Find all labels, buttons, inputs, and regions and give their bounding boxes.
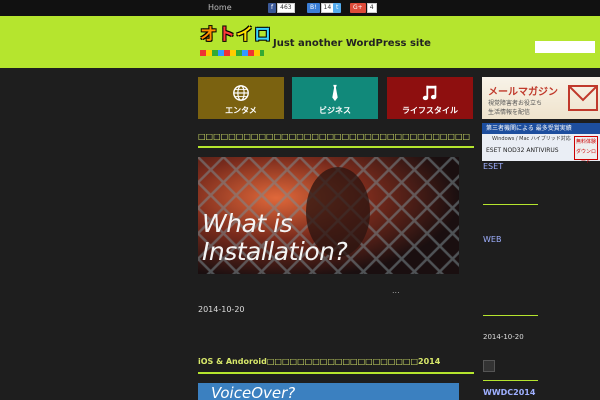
post-date: 2014-10-20	[198, 305, 245, 314]
logo-film-strip	[200, 50, 264, 56]
sidebar-link-web[interactable]: WEB	[483, 235, 501, 244]
download-badge: 無料体験 ダウンロード	[574, 136, 598, 165]
facebook-count: 463	[277, 3, 295, 13]
post-divider	[198, 146, 474, 148]
mail-magazine-banner[interactable]: メールマガジン 視覚障害者お役立ち 生活情報を配信	[482, 77, 600, 119]
category-label: ビジネス	[319, 106, 351, 115]
googleplus-count: 4	[366, 3, 377, 13]
site-header: オ ト イ ロ Just another WordPress site	[0, 16, 600, 68]
hatena-share[interactable]: B! 14	[307, 3, 335, 13]
category-label: エンタメ	[225, 106, 257, 115]
facebook-icon: f	[268, 3, 277, 13]
post-thumbnail[interactable]: VoiceOver?	[198, 383, 459, 400]
music-note-icon	[422, 85, 437, 101]
logo-char: ロ	[254, 25, 271, 45]
post-title-link[interactable]: iOS & Andoroid□□□□□□□□□□□□□□□□□□□□2014	[198, 357, 440, 366]
sidebar-divider	[483, 380, 538, 381]
top-bar: Home f 463 B! 14 t G+ 4	[0, 0, 600, 16]
sidebar-divider	[483, 204, 538, 205]
post-thumbnail[interactable]: What is Installation?	[198, 157, 459, 274]
category-business[interactable]: ビジネス	[292, 77, 378, 119]
banner-text: 第三者機関による 最多受賞実績	[482, 123, 600, 134]
post-divider	[198, 372, 474, 374]
hero-text-line1: VoiceOver?	[211, 384, 296, 400]
hero-text-line1: What is	[202, 209, 293, 238]
envelope-icon	[568, 85, 598, 111]
logo-char: イ	[236, 25, 253, 45]
site-logo[interactable]: オ ト イ ロ	[200, 20, 271, 58]
post-title-link[interactable]: □□□□□□□□□□□□□□□□□□□□□□□□□□□□□□□□□□□□	[198, 132, 470, 141]
sidebar-divider	[483, 315, 538, 316]
googleplus-icon: G+	[350, 3, 366, 13]
category-entertainment[interactable]: エンタメ	[198, 77, 284, 119]
eset-banner[interactable]: 第三者機関による 最多受賞実績 Windows / Mac ハイブリッド対応 E…	[482, 123, 600, 165]
twitter-icon: t	[333, 3, 342, 13]
hero-text-line2: Installation?	[202, 237, 348, 266]
hatena-icon: B!	[307, 3, 320, 13]
logo-char: ト	[218, 25, 235, 45]
globe-icon	[233, 85, 249, 101]
category-label: ライフスタイル	[402, 106, 458, 115]
banner-text: 視覚障害者お役立ち	[488, 100, 543, 107]
twitter-share[interactable]: t	[333, 3, 342, 13]
site-tagline: Just another WordPress site	[273, 38, 431, 49]
banner-text: 生活情報を配信	[488, 109, 531, 116]
sidebar-date: 2014-10-20	[483, 333, 524, 341]
home-link[interactable]: Home	[208, 3, 232, 12]
necktie-icon	[332, 84, 338, 102]
search-input[interactable]	[535, 41, 595, 53]
logo-char: オ	[200, 25, 217, 45]
facebook-share[interactable]: f 463	[268, 3, 295, 13]
googleplus-share[interactable]: G+ 4	[350, 3, 377, 13]
banner-title: メールマガジン	[488, 87, 558, 98]
sidebar-link-wwdc[interactable]: WWDC2014	[483, 388, 535, 397]
sidebar-thumbnail[interactable]	[483, 360, 495, 372]
read-more-link[interactable]: ...	[392, 286, 400, 295]
category-lifestyle[interactable]: ライフスタイル	[387, 77, 473, 119]
sidebar-link-eset[interactable]: ESET	[483, 162, 503, 171]
